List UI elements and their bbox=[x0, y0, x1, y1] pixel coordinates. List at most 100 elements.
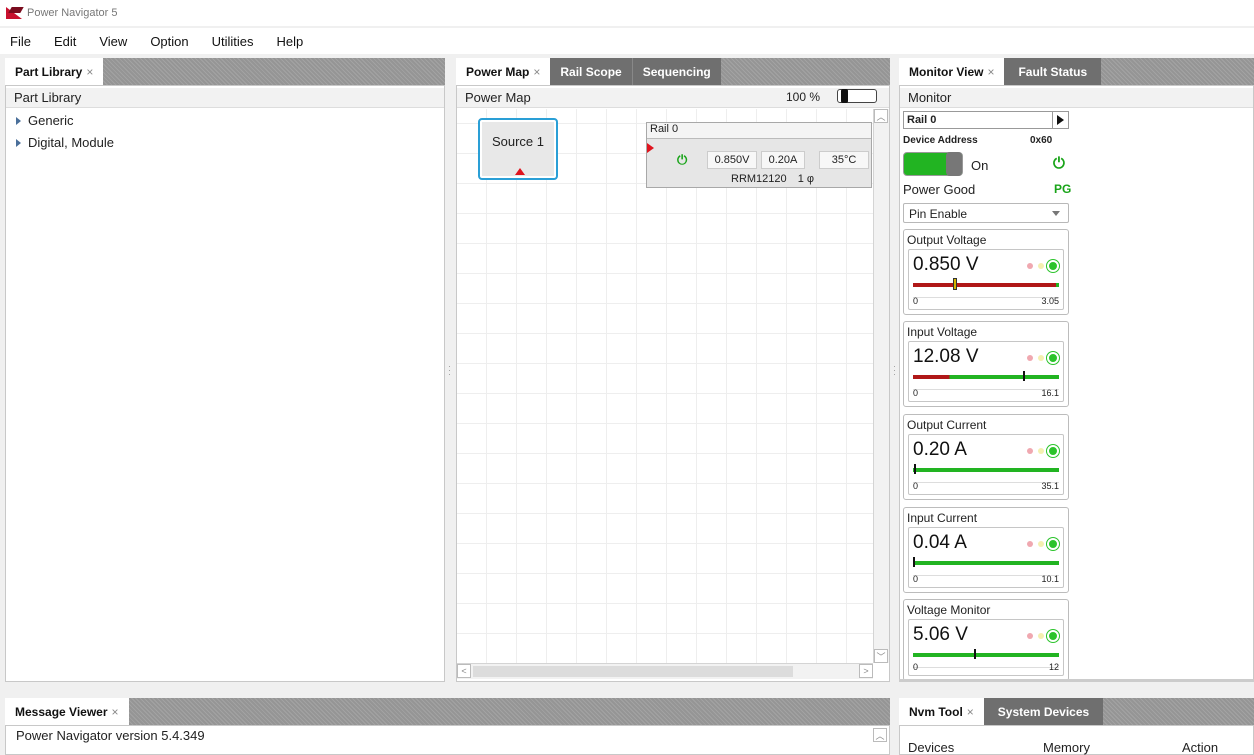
device-address-value: 0x60 bbox=[1030, 135, 1053, 146]
range-max: 10.1 bbox=[1041, 574, 1059, 584]
zoom-slider[interactable] bbox=[837, 89, 877, 103]
menu-option[interactable]: Option bbox=[150, 34, 188, 49]
expand-caret-icon[interactable] bbox=[16, 138, 21, 147]
close-icon[interactable]: × bbox=[112, 705, 119, 719]
device-address-label: Device Address bbox=[903, 135, 978, 146]
power-icon[interactable]: ⏻ bbox=[677, 152, 687, 168]
menu-view[interactable]: View bbox=[99, 34, 127, 49]
tab-system-devices[interactable]: System Devices bbox=[983, 698, 1104, 725]
tab-message-viewer[interactable]: Message Viewer × bbox=[5, 698, 129, 725]
menu-edit[interactable]: Edit bbox=[54, 34, 76, 49]
tab-nvm-tool-label: Nvm Tool bbox=[909, 704, 963, 719]
monitor-header: Monitor bbox=[900, 88, 1253, 108]
status-indicator bbox=[1022, 260, 1059, 272]
monitor-card: Voltage Monitor 5.06 V 0 12 bbox=[903, 599, 1069, 681]
level-marker bbox=[953, 279, 956, 289]
tree-item-generic[interactable]: Generic bbox=[16, 113, 74, 128]
zoom-level: 100 % bbox=[786, 90, 821, 104]
level-marker bbox=[1022, 371, 1025, 381]
power-good-value: PG bbox=[1054, 182, 1072, 196]
ok-dot-icon bbox=[1047, 445, 1059, 457]
close-icon[interactable]: × bbox=[987, 65, 994, 79]
scroll-thumb[interactable] bbox=[473, 666, 793, 677]
tree-item-digital-module[interactable]: Digital, Module bbox=[16, 135, 114, 150]
fault-dot-icon bbox=[1027, 355, 1033, 361]
horizontal-scrollbar[interactable]: < > bbox=[457, 663, 873, 679]
divider bbox=[913, 575, 1059, 576]
range-max: 35.1 bbox=[1041, 481, 1059, 491]
tab-part-library[interactable]: Part Library × bbox=[5, 58, 104, 85]
rail-selector-value: Rail 0 bbox=[907, 114, 937, 126]
on-toggle[interactable] bbox=[903, 152, 963, 176]
close-icon[interactable]: × bbox=[86, 65, 93, 79]
card-title: Input Current bbox=[907, 511, 978, 525]
scroll-up-icon[interactable]: ︿ bbox=[873, 728, 887, 742]
divider bbox=[913, 297, 1059, 298]
rail-node[interactable]: Rail 0 ⏻ 0.850V 0.20A 35°C RRM12120 1 φ bbox=[646, 122, 872, 188]
menu-file[interactable]: File bbox=[10, 34, 31, 49]
part-library-header: Part Library bbox=[6, 88, 444, 108]
card-title: Output Current bbox=[907, 418, 987, 432]
status-indicator bbox=[1022, 538, 1059, 550]
card-value: 12.08 V bbox=[913, 346, 979, 367]
menu-utilities[interactable]: Utilities bbox=[212, 34, 254, 49]
tab-nvm-tool[interactable]: Nvm Tool × bbox=[899, 698, 984, 725]
menu-help[interactable]: Help bbox=[277, 34, 304, 49]
power-map-canvas[interactable] bbox=[457, 109, 873, 663]
range-min: 0 bbox=[913, 662, 919, 672]
nvm-tabstrip: Nvm Tool × System Devices bbox=[899, 698, 1254, 725]
ok-dot-icon bbox=[1047, 630, 1059, 642]
power-map-header: Power Map bbox=[457, 88, 889, 108]
tab-power-map[interactable]: Power Map × bbox=[456, 58, 551, 85]
vertical-scrollbar[interactable]: ︿ ﹀ bbox=[873, 109, 889, 663]
monitor-card: Output Current 0.20 A 0 35.1 bbox=[903, 414, 1069, 500]
tab-power-map-label: Power Map bbox=[466, 64, 530, 79]
tree-item-label: Generic bbox=[28, 113, 74, 128]
rail-part-info: RRM12120 1 φ bbox=[731, 173, 814, 185]
tab-rail-scope[interactable]: Rail Scope bbox=[550, 58, 632, 85]
range-min: 0 bbox=[913, 296, 919, 306]
tab-fault-status[interactable]: Fault Status bbox=[1004, 58, 1102, 85]
splitter-handle[interactable]: · · · bbox=[893, 362, 896, 379]
scroll-left-icon[interactable]: < bbox=[457, 664, 471, 678]
nvm-column-devices: Devices bbox=[908, 740, 955, 755]
splitter-handle[interactable]: · · · bbox=[448, 362, 451, 379]
close-icon[interactable]: × bbox=[967, 705, 974, 719]
card-body: 12.08 V 0 16.1 bbox=[908, 341, 1064, 402]
chevron-down-icon[interactable] bbox=[1052, 211, 1060, 216]
toggle-knob[interactable] bbox=[946, 152, 962, 176]
fault-dot-icon bbox=[1027, 263, 1033, 269]
rail-selector[interactable]: Rail 0 bbox=[903, 111, 1069, 129]
tab-monitor-view[interactable]: Monitor View × bbox=[899, 58, 1005, 85]
rail-phase: 1 φ bbox=[797, 173, 815, 185]
source-node[interactable]: Source 1 bbox=[478, 118, 558, 180]
panel-bottom-edge bbox=[899, 679, 1254, 682]
title-bar: Power Navigator 5 bbox=[0, 0, 1254, 26]
scroll-right-icon[interactable]: > bbox=[859, 664, 873, 678]
rail-voltage: 0.850V bbox=[707, 151, 757, 169]
fault-dot-icon bbox=[1027, 633, 1033, 639]
part-library-tabstrip: Part Library × bbox=[5, 58, 445, 85]
play-icon[interactable] bbox=[1052, 112, 1068, 128]
tree-item-label: Digital, Module bbox=[28, 135, 114, 150]
scroll-down-icon[interactable]: ﹀ bbox=[874, 649, 888, 663]
right-tabstrip: Monitor View × Fault Status bbox=[899, 58, 1254, 85]
expand-caret-icon[interactable] bbox=[16, 116, 21, 125]
enable-select[interactable]: Pin Enable bbox=[903, 203, 1069, 223]
level-bar bbox=[913, 464, 1059, 474]
warning-dot-icon bbox=[1038, 263, 1044, 269]
card-body: 0.850 V 0 3.05 bbox=[908, 249, 1064, 310]
scroll-up-icon[interactable]: ︿ bbox=[874, 109, 888, 123]
app-logo-icon bbox=[6, 7, 22, 19]
part-library-panel bbox=[5, 85, 445, 682]
level-bar bbox=[913, 279, 1059, 289]
input-port-icon[interactable] bbox=[647, 143, 654, 153]
close-icon[interactable]: × bbox=[533, 65, 540, 79]
output-port-icon[interactable] bbox=[515, 168, 525, 175]
source-label: Source 1 bbox=[491, 134, 545, 149]
range-min: 0 bbox=[913, 481, 919, 491]
tab-part-library-label: Part Library bbox=[15, 64, 83, 79]
fault-dot-icon bbox=[1027, 448, 1033, 454]
tab-sequencing[interactable]: Sequencing bbox=[631, 58, 721, 85]
card-body: 0.20 A 0 35.1 bbox=[908, 434, 1064, 495]
